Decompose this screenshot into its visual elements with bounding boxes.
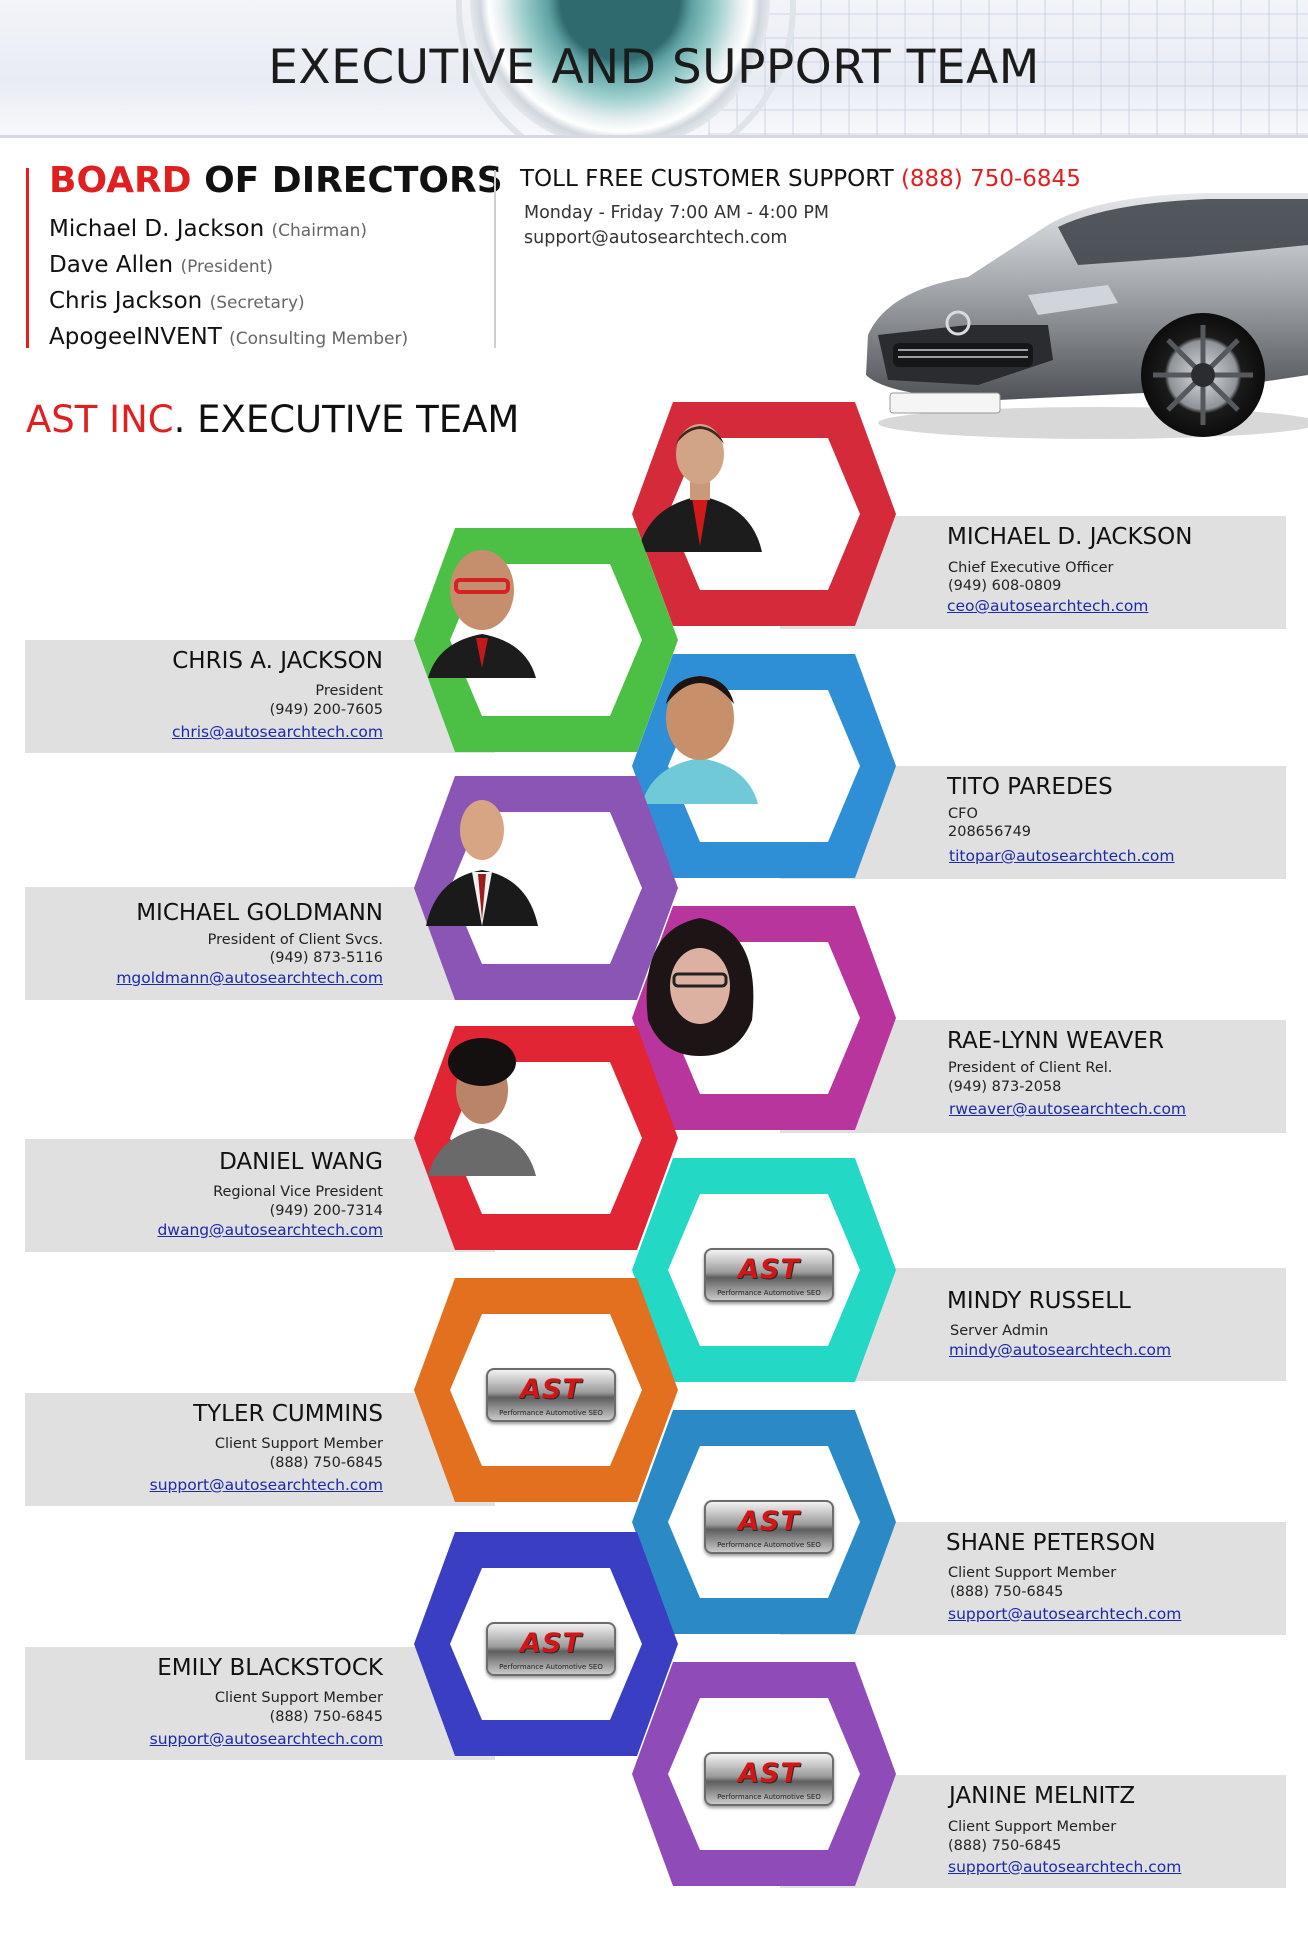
ast-logo: AST Performance Automotive SEO xyxy=(486,1622,616,1676)
director-item: Chris Jackson (Secretary) xyxy=(49,288,305,314)
member-phone: 208656749 xyxy=(948,824,1032,840)
member-title: Server Admin xyxy=(950,1323,1049,1339)
member-phone: (888) 750-6845 xyxy=(950,1584,1064,1600)
member-email-link[interactable]: support@autosearchtech.com xyxy=(948,1605,1181,1623)
executive-team-heading-red: AST INC xyxy=(26,398,174,441)
member-phone: (949) 200-7605 xyxy=(269,702,383,718)
ast-logo: AST Performance Automotive SEO xyxy=(704,1752,834,1806)
section-divider xyxy=(494,170,496,348)
member-email-link[interactable]: mgoldmann@autosearchtech.com xyxy=(116,969,383,987)
ast-logo-text: AST xyxy=(520,1628,582,1659)
member-photo xyxy=(426,800,538,926)
ast-logo-subtext: Performance Automotive SEO xyxy=(717,1289,821,1297)
member-title: Regional Vice President xyxy=(213,1184,383,1200)
member-email-link[interactable]: ceo@autosearchtech.com xyxy=(947,597,1148,615)
ast-logo-text: AST xyxy=(520,1374,582,1405)
executive-team-heading-rest: . EXECUTIVE TEAM xyxy=(173,398,520,441)
member-email-link[interactable]: titopar@autosearchtech.com xyxy=(949,847,1175,865)
support-hours: Monday - Friday 7:00 AM - 4:00 PM xyxy=(524,203,830,223)
member-phone: (888) 750-6845 xyxy=(269,1455,383,1471)
member-name: TYLER CUMMINS xyxy=(193,1401,383,1427)
member-title: President xyxy=(315,683,383,699)
member-email-link[interactable]: dwang@autosearchtech.com xyxy=(157,1221,383,1239)
member-phone: (888) 750-6845 xyxy=(269,1709,383,1725)
member-name: DANIEL WANG xyxy=(219,1149,383,1175)
member-title: President of Client Svcs. xyxy=(207,932,383,948)
member-name: SHANE PETERSON xyxy=(946,1530,1156,1556)
director-item: Michael D. Jackson (Chairman) xyxy=(49,216,367,242)
director-role: (Chairman) xyxy=(271,221,368,241)
member-hexagon: AST Performance Automotive SEO xyxy=(628,1656,900,1892)
member-title: President of Client Rel. xyxy=(948,1060,1113,1076)
member-name: MICHAEL GOLDMANN xyxy=(136,900,383,926)
page-title: EXECUTIVE AND SUPPORT TEAM xyxy=(268,40,1040,95)
director-role: (Secretary) xyxy=(209,293,305,313)
support-heading-label: TOLL FREE CUSTOMER SUPPORT xyxy=(520,166,901,192)
member-name: MICHAEL D. JACKSON xyxy=(947,524,1193,550)
ast-logo-subtext: Performance Automotive SEO xyxy=(499,1663,603,1671)
member-phone: (949) 873-5116 xyxy=(269,950,383,966)
member-name: TITO PAREDES xyxy=(947,774,1113,800)
member-email-link[interactable]: rweaver@autosearchtech.com xyxy=(949,1100,1186,1118)
ast-logo-subtext: Performance Automotive SEO xyxy=(717,1793,821,1801)
ast-logo: AST Performance Automotive SEO xyxy=(486,1368,616,1422)
member-title: Client Support Member xyxy=(948,1565,1117,1581)
member-name: JANINE MELNITZ xyxy=(949,1783,1136,1809)
ast-logo-text: AST xyxy=(738,1254,800,1285)
member-title: Chief Executive Officer xyxy=(948,560,1114,576)
support-email: support@autosearchtech.com xyxy=(524,228,788,248)
header-banner: EXECUTIVE AND SUPPORT TEAM xyxy=(0,0,1308,138)
member-email-link[interactable]: support@autosearchtech.com xyxy=(150,1730,383,1748)
board-of-directors: BOARD OF DIRECTORS Michael D. Jackson (C… xyxy=(26,160,503,350)
member-title: Client Support Member xyxy=(214,1436,383,1452)
director-name: Dave Allen xyxy=(49,252,174,278)
board-heading: BOARD OF DIRECTORS xyxy=(49,160,503,201)
member-email-link[interactable]: chris@autosearchtech.com xyxy=(172,723,383,741)
member-email-link[interactable]: support@autosearchtech.com xyxy=(948,1858,1181,1876)
executive-team-heading: AST INC. EXECUTIVE TEAM xyxy=(26,398,519,441)
member-phone: (949) 608-0809 xyxy=(948,578,1062,594)
director-role: (Consulting Member) xyxy=(229,329,409,349)
member-email-link[interactable]: support@autosearchtech.com xyxy=(150,1476,383,1494)
member-email-link[interactable]: mindy@autosearchtech.com xyxy=(949,1341,1171,1359)
member-title: CFO xyxy=(948,806,978,822)
member-photo xyxy=(428,550,536,678)
ast-logo-text: AST xyxy=(738,1506,800,1537)
director-role: (President) xyxy=(180,257,273,277)
member-name: RAE-LYNN WEAVER xyxy=(947,1028,1164,1054)
member-title: Client Support Member xyxy=(214,1690,383,1706)
member-phone: (949) 200-7314 xyxy=(269,1203,383,1219)
ast-logo: AST Performance Automotive SEO xyxy=(704,1248,834,1302)
director-name: ApogeeINVENT xyxy=(49,324,222,350)
member-name: MINDY RUSSELL xyxy=(947,1288,1131,1314)
director-name: Michael D. Jackson xyxy=(49,216,265,242)
member-phone: (888) 750-6845 xyxy=(948,1838,1062,1854)
director-name: Chris Jackson xyxy=(49,288,203,314)
member-title: Client Support Member xyxy=(948,1819,1117,1835)
member-name: CHRIS A. JACKSON xyxy=(172,648,383,674)
car-image xyxy=(866,193,1308,439)
director-item: ApogeeINVENT (Consulting Member) xyxy=(49,324,408,350)
board-heading-red: BOARD xyxy=(49,160,192,201)
member-name: EMILY BLACKSTOCK xyxy=(157,1655,383,1681)
ast-logo-subtext: Performance Automotive SEO xyxy=(499,1409,603,1417)
ast-logo-text: AST xyxy=(738,1758,800,1789)
member-phone: (949) 873-2058 xyxy=(948,1079,1062,1095)
board-heading-rest: OF DIRECTORS xyxy=(191,160,503,201)
member-photo xyxy=(428,1038,536,1176)
ast-logo-subtext: Performance Automotive SEO xyxy=(717,1541,821,1549)
ast-logo: AST Performance Automotive SEO xyxy=(704,1500,834,1554)
director-item: Dave Allen (President) xyxy=(49,252,273,278)
